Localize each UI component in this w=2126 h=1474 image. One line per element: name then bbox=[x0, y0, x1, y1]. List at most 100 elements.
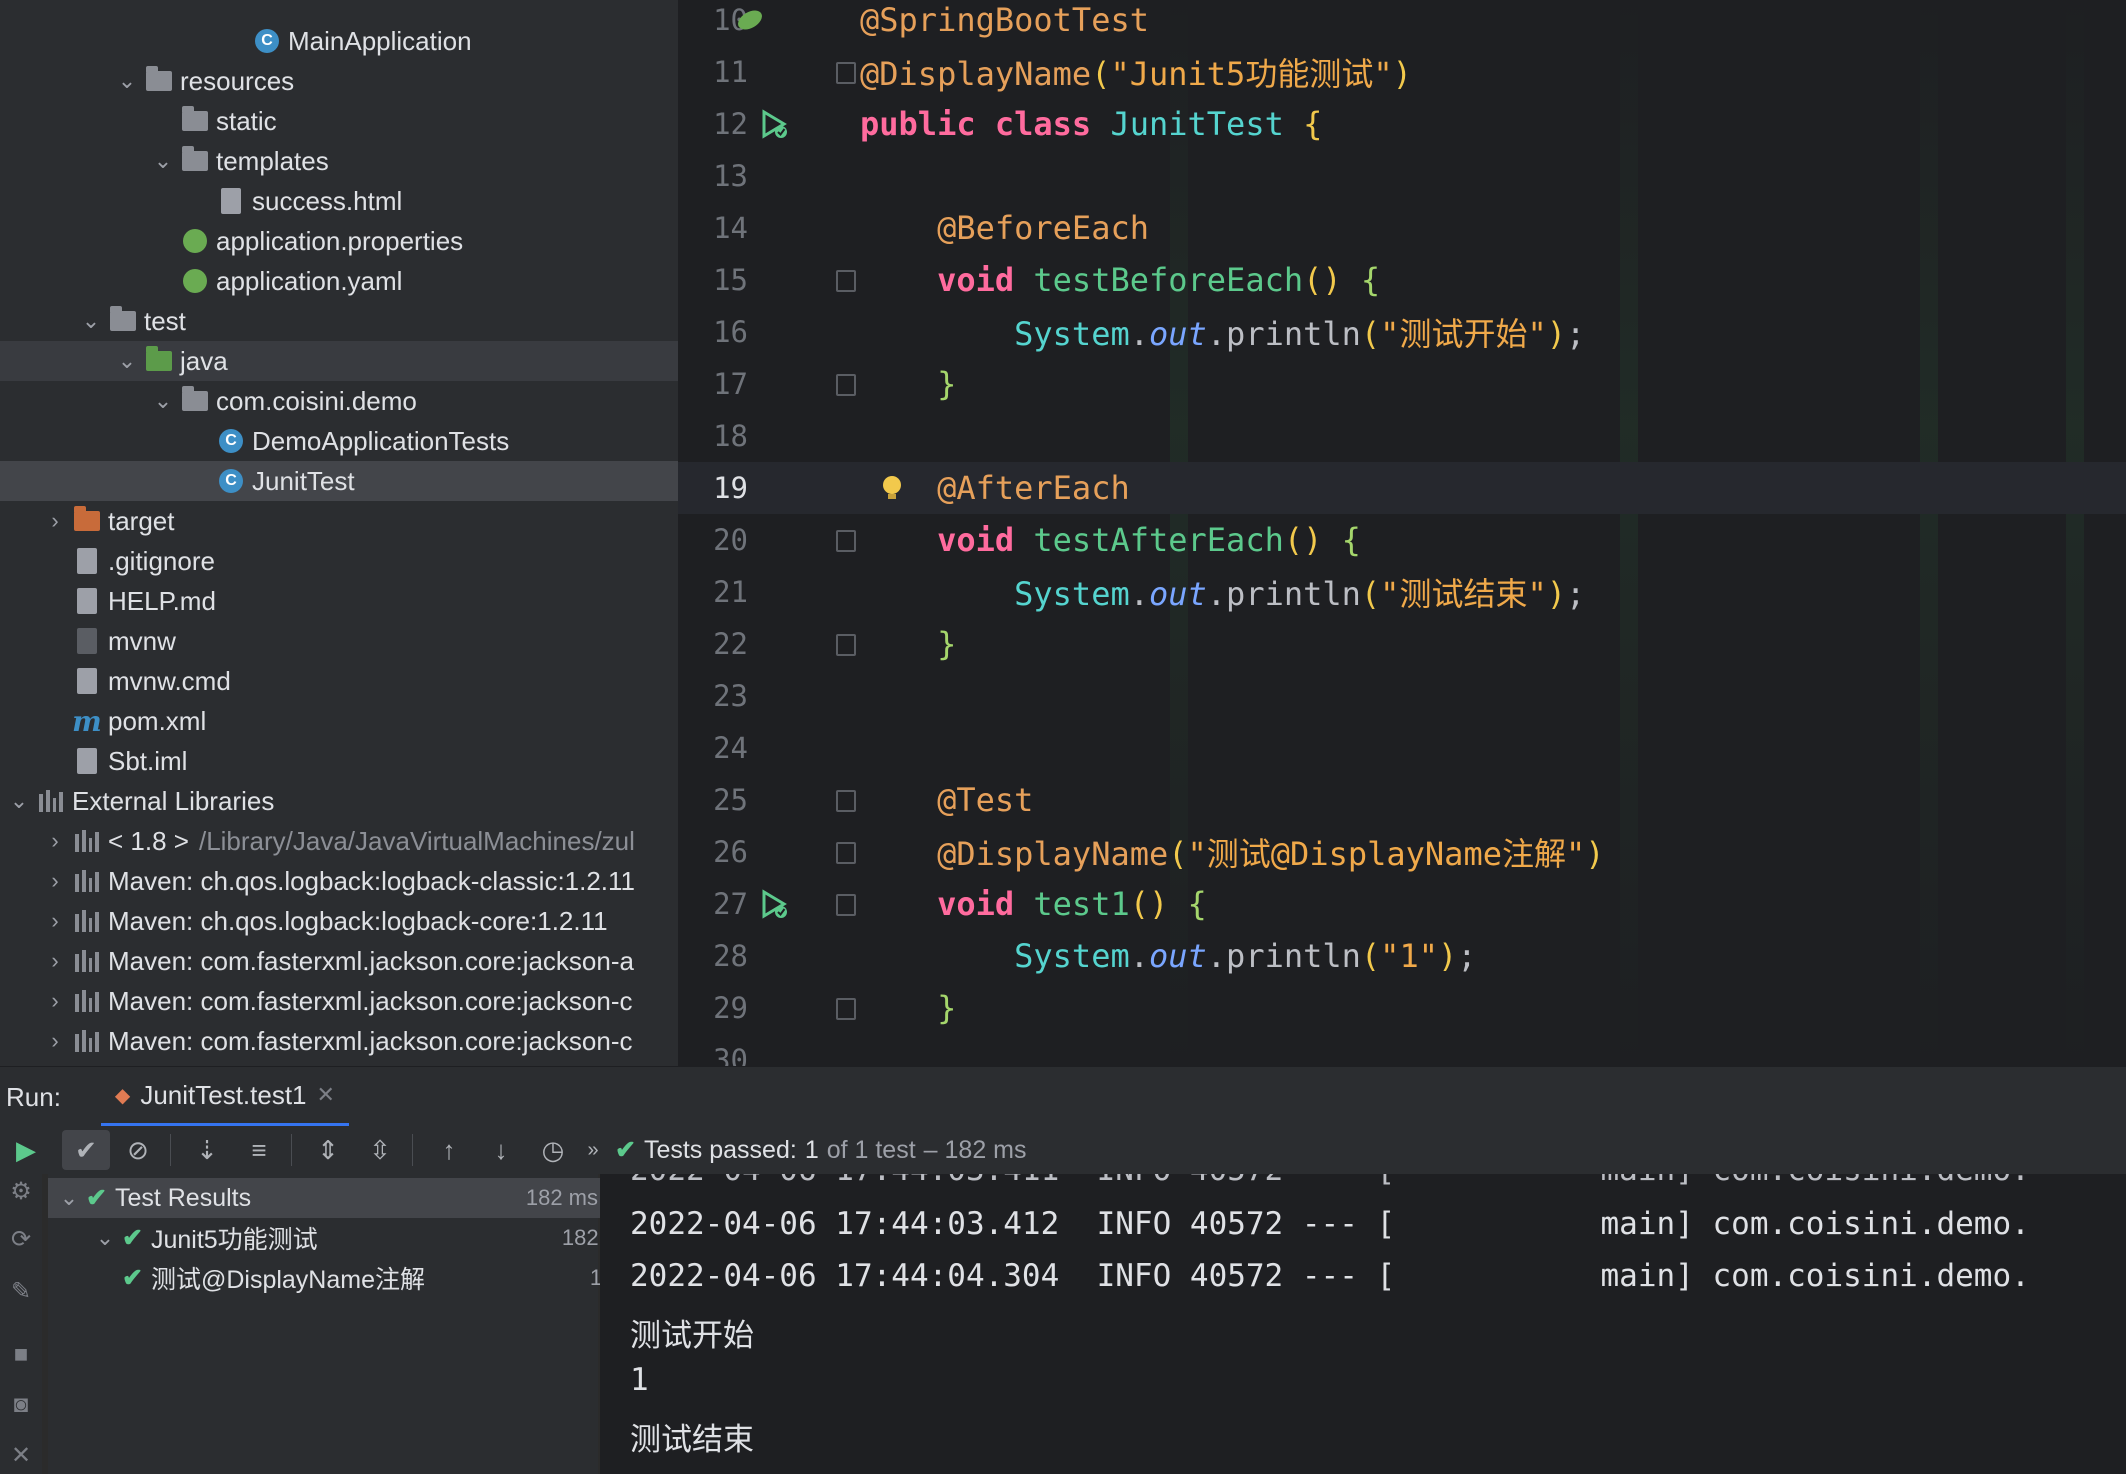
chevron-down-icon[interactable]: ⌄ bbox=[58, 1185, 80, 1211]
tree-item-static[interactable]: ›static bbox=[0, 101, 678, 141]
chevron-right-icon[interactable]: › bbox=[44, 988, 66, 1014]
tree-item-application-yaml[interactable]: ›application.yaml bbox=[0, 261, 678, 301]
chevron-down-icon[interactable]: ⌄ bbox=[80, 308, 102, 334]
tree-item-maven-com-fasterxml-jackson-core-jackson-c[interactable]: › Maven: com.fasterxml.jackson.core:jacks… bbox=[0, 981, 678, 1021]
tree-item-java[interactable]: ⌄ java bbox=[0, 341, 678, 381]
tree-item-1-8[interactable]: › < 1.8 > /Library/Java/JavaVirtualMachine… bbox=[0, 821, 678, 861]
code-line[interactable]: 11 @DisplayName("Junit5功能测试") bbox=[678, 46, 2126, 98]
line-number[interactable]: 20 bbox=[678, 523, 748, 557]
tree-item-application-properties[interactable]: ›application.properties bbox=[0, 221, 678, 261]
tree-item-success-html[interactable]: ›success.html bbox=[0, 181, 678, 221]
pin-icon[interactable]: ✕ bbox=[8, 1442, 34, 1469]
code-line[interactable]: 13 bbox=[678, 150, 2126, 202]
run-test-icon[interactable] bbox=[758, 888, 790, 920]
tree-item-mvnw[interactable]: ›mvnw bbox=[0, 621, 678, 661]
line-number[interactable]: 18 bbox=[678, 419, 748, 453]
tree-item-com-coisini-demo[interactable]: ⌄ com.coisini.demo bbox=[0, 381, 678, 421]
debug-icon[interactable]: ⚙ bbox=[8, 1178, 34, 1205]
code-line[interactable]: 27 void test1() { bbox=[678, 878, 2126, 930]
sort-by-duration-icon[interactable]: ≡ bbox=[235, 1130, 283, 1170]
tree-item-resources[interactable]: ⌄ resources bbox=[0, 61, 678, 101]
code-line[interactable]: 16 System.out.println("测试开始"); bbox=[678, 306, 2126, 358]
chevron-right-icon[interactable]: › bbox=[44, 508, 66, 534]
tree-item-gitignore[interactable]: ›.gitignore bbox=[0, 541, 678, 581]
code-line[interactable]: 20 void testAfterEach() { bbox=[678, 514, 2126, 566]
settings-wrench-icon[interactable]: ✎ bbox=[8, 1278, 34, 1305]
chevron-right-icon[interactable]: › bbox=[44, 1028, 66, 1054]
code-line[interactable]: 26 @DisplayName("测试@DisplayName注解") bbox=[678, 826, 2126, 878]
expand-all-icon[interactable]: ⇕ bbox=[304, 1130, 352, 1170]
code-line[interactable]: 14 @BeforeEach bbox=[678, 202, 2126, 254]
chevron-down-icon[interactable]: ⌄ bbox=[94, 1225, 116, 1251]
fold-close-icon[interactable] bbox=[836, 998, 856, 1020]
line-number[interactable]: 15 bbox=[678, 263, 748, 297]
line-number[interactable]: 21 bbox=[678, 575, 748, 609]
line-number[interactable]: 16 bbox=[678, 315, 748, 349]
tree-item-test[interactable]: ⌄ test bbox=[0, 301, 678, 341]
fold-open-icon[interactable] bbox=[836, 894, 856, 916]
chevron-right-icon[interactable]: › bbox=[44, 908, 66, 934]
code-line[interactable]: 10 @SpringBootTest bbox=[678, 0, 2126, 46]
tree-item-external-libraries[interactable]: ⌄ External Libraries bbox=[0, 781, 678, 821]
line-number[interactable]: 25 bbox=[678, 783, 748, 817]
line-number[interactable]: 29 bbox=[678, 991, 748, 1025]
chevron-right-icon[interactable]: › bbox=[44, 868, 66, 894]
code-editor[interactable]: 10 @SpringBootTest 11 @DisplayName("Junit5功… bbox=[678, 0, 2126, 1066]
test-result-row[interactable]: ⌄ ✔ Junit5功能测试 182 ms bbox=[48, 1218, 644, 1258]
sort-alphabetically-icon[interactable]: ⇣ bbox=[183, 1130, 231, 1170]
code-line[interactable]: 30 bbox=[678, 1034, 2126, 1066]
code-line[interactable]: 15 void testBeforeEach() { bbox=[678, 254, 2126, 306]
test-history-icon[interactable]: ◷ bbox=[529, 1130, 577, 1170]
line-number[interactable]: 17 bbox=[678, 367, 748, 401]
code-line[interactable]: 17 } bbox=[678, 358, 2126, 410]
code-line[interactable]: 25 @Test bbox=[678, 774, 2126, 826]
fold-close-icon[interactable] bbox=[836, 842, 856, 864]
code-line[interactable]: 24 bbox=[678, 722, 2126, 774]
tree-item-maven-ch-qos-logback-logback-classic-1-2-11[interactable]: › Maven: ch.qos.logback:logback-classic:1… bbox=[0, 861, 678, 901]
code-line[interactable]: 12 public class JunitTest { bbox=[678, 98, 2126, 150]
line-number[interactable]: 26 bbox=[678, 835, 748, 869]
line-number[interactable]: 28 bbox=[678, 939, 748, 973]
code-line[interactable]: 18 bbox=[678, 410, 2126, 462]
line-number[interactable]: 14 bbox=[678, 211, 748, 245]
line-number[interactable]: 13 bbox=[678, 159, 748, 193]
next-failed-icon[interactable]: ↓ bbox=[477, 1130, 525, 1170]
line-number[interactable]: 23 bbox=[678, 679, 748, 713]
code-line[interactable]: 19 @AfterEach bbox=[678, 462, 2126, 514]
test-result-row[interactable]: ⌄ ✔ Test Results 182 ms bbox=[48, 1178, 608, 1218]
chevron-down-icon[interactable]: ⌄ bbox=[152, 148, 174, 174]
line-number[interactable]: 12 bbox=[678, 107, 748, 141]
chevron-down-icon[interactable]: ⌄ bbox=[8, 788, 30, 814]
screenshot-camera-icon[interactable]: ◙ bbox=[8, 1391, 34, 1418]
show-ignored-icon[interactable]: ⊘ bbox=[114, 1130, 162, 1170]
chevron-down-icon[interactable]: ⌄ bbox=[116, 68, 138, 94]
fold-close-icon[interactable] bbox=[836, 374, 856, 396]
tree-item-junittest[interactable]: ›CJunitTest bbox=[0, 461, 678, 501]
code-line[interactable]: 28 System.out.println("1"); bbox=[678, 930, 2126, 982]
tree-item-templates[interactable]: ⌄ templates bbox=[0, 141, 678, 181]
tree-item-target[interactable]: › target bbox=[0, 501, 678, 541]
test-result-row[interactable]: ✔测试@DisplayName注解182 ms bbox=[48, 1258, 672, 1298]
stop-icon[interactable]: ■ bbox=[8, 1341, 34, 1368]
line-number[interactable]: 11 bbox=[678, 55, 748, 89]
run-test-icon[interactable] bbox=[758, 108, 790, 140]
spring-bean-icon[interactable] bbox=[734, 4, 766, 36]
tree-item-help-md[interactable]: ›HELP.md bbox=[0, 581, 678, 621]
chevron-right-icon[interactable]: › bbox=[44, 948, 66, 974]
console-output[interactable]: 2022-04-06 17:44:03.411 INFO 40572 --- [… bbox=[600, 1174, 2126, 1474]
line-number[interactable]: 30 bbox=[678, 1043, 748, 1066]
fold-open-icon[interactable] bbox=[836, 62, 856, 84]
code-line[interactable]: 23 bbox=[678, 670, 2126, 722]
more-actions-icon[interactable]: » bbox=[581, 1130, 605, 1170]
fold-open-icon[interactable] bbox=[836, 270, 856, 292]
tree-item-mainapplication[interactable]: ›CMainApplication bbox=[0, 21, 678, 61]
tree-item-sbt-iml[interactable]: ›Sbt.iml bbox=[0, 741, 678, 781]
line-number[interactable]: 27 bbox=[678, 887, 748, 921]
chevron-down-icon[interactable]: ⌄ bbox=[152, 388, 174, 414]
run-tab-junittest-test1[interactable]: ◆ JunitTest.test1 ✕ bbox=[100, 1067, 349, 1127]
tree-item-mvnw-cmd[interactable]: ›mvnw.cmd bbox=[0, 661, 678, 701]
rerun-icon[interactable]: ▶ bbox=[2, 1130, 50, 1170]
fold-open-icon[interactable] bbox=[836, 790, 856, 812]
tree-item-maven-ch-qos-logback-logback-core-1-2-11[interactable]: › Maven: ch.qos.logback:logback-core:1.2.… bbox=[0, 901, 678, 941]
code-line[interactable]: 22 } bbox=[678, 618, 2126, 670]
